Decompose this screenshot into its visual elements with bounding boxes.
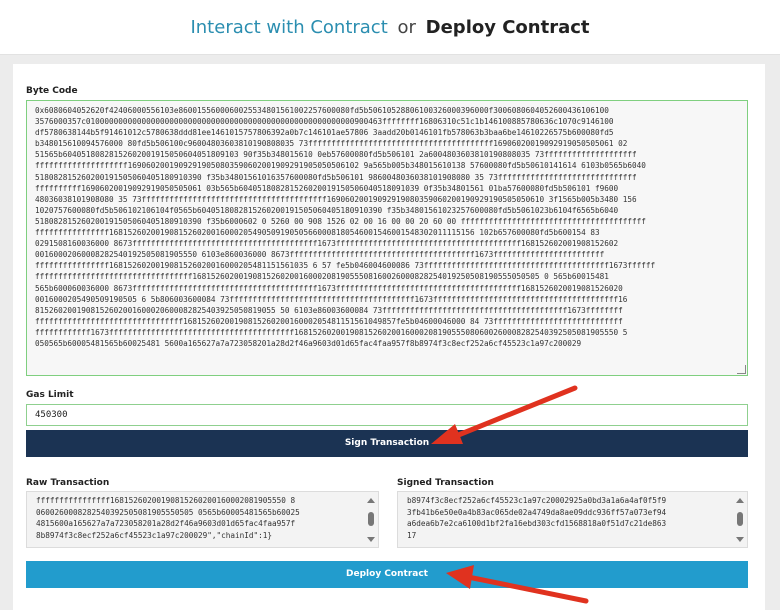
signed-transaction-textarea[interactable]: b8974f3c8ecf252a6cf45523c1a97c20002925a0… <box>397 491 748 548</box>
scroll-down-icon[interactable] <box>367 537 375 542</box>
interact-with-contract-link[interactable]: Interact with Contract <box>190 17 387 38</box>
scroll-down-icon[interactable] <box>736 537 744 542</box>
scroll-up-icon[interactable] <box>736 498 744 503</box>
sign-transaction-button[interactable]: Sign Transaction <box>26 430 748 457</box>
bytecode-textarea[interactable]: 0x6080604052620f42406000556103e860015560… <box>26 100 748 376</box>
arrow-to-deploy-icon <box>446 565 589 604</box>
deploy-contract-title: Deploy Contract <box>425 17 590 38</box>
or-separator: or <box>397 17 416 38</box>
scroll-thumb[interactable] <box>737 512 743 526</box>
arrow-to-sign-icon <box>431 385 578 444</box>
raw-transaction-label: Raw Transaction <box>26 478 110 488</box>
bytecode-label: Byte Code <box>26 86 78 96</box>
raw-transaction-textarea[interactable]: ffffffffffffffff168152602001908152602001… <box>26 491 379 548</box>
raw-transaction-scrollbar[interactable] <box>367 498 375 542</box>
scroll-up-icon[interactable] <box>367 498 375 503</box>
signed-transaction-text: b8974f3c8ecf252a6cf45523c1a97c20002925a0… <box>407 496 667 540</box>
scroll-thumb[interactable] <box>368 512 374 526</box>
mode-header: Interact with Contract or Deploy Contrac… <box>0 0 780 55</box>
gas-limit-input[interactable]: 450300 <box>26 404 748 426</box>
signed-transaction-scrollbar[interactable] <box>736 498 744 542</box>
deploy-contract-button[interactable]: Deploy Contract <box>26 561 748 588</box>
gas-limit-label: Gas Limit <box>26 390 74 400</box>
bytecode-text: 0x6080604052620f42406000556103e860015560… <box>35 106 656 348</box>
raw-transaction-text: ffffffffffffffff168152602001908152602001… <box>36 496 300 540</box>
resize-handle[interactable] <box>737 365 746 374</box>
signed-transaction-label: Signed Transaction <box>397 478 494 488</box>
